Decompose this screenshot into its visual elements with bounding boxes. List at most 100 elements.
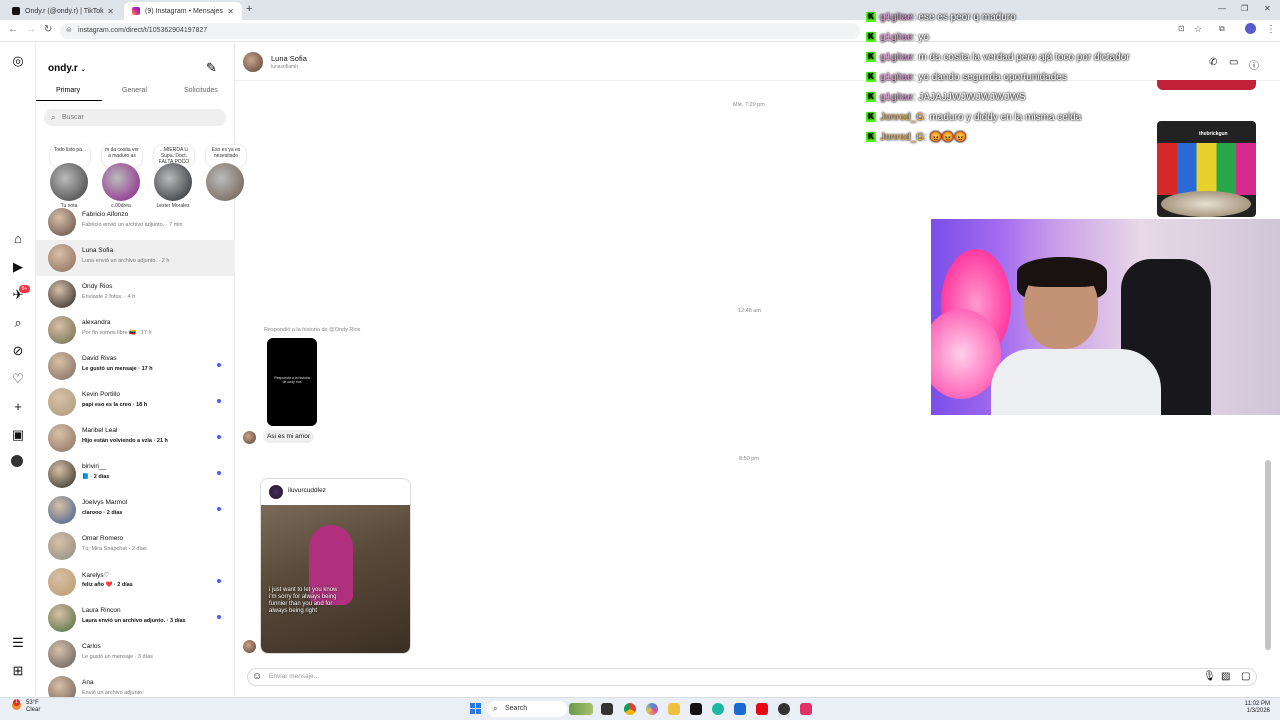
explore-icon[interactable]: ⊘	[11, 343, 25, 359]
shared-post[interactable]: iluvurcuddlez i just want to let you kno…	[260, 478, 411, 654]
video-call-icon[interactable]: ▭	[1229, 57, 1238, 68]
close-tab-icon[interactable]: ✕	[227, 7, 234, 16]
conversation-name: Luna Sofia	[82, 247, 114, 254]
phone-icon[interactable]: ✆	[1209, 57, 1217, 68]
image-upload-icon[interactable]: ▨	[1221, 671, 1230, 682]
account-switcher[interactable]: ondy.r ⌄	[48, 63, 86, 74]
tab-primary[interactable]: Primary	[56, 87, 80, 94]
browser-menu-icon[interactable]: ⋮	[1266, 24, 1276, 35]
dashboard-icon[interactable]: ▣	[11, 427, 25, 443]
profile-avatar[interactable]	[1245, 23, 1256, 34]
browser-tab-instagram[interactable]: (9) Instagram • Mensajes ✕	[124, 2, 242, 20]
compose-icon[interactable]: ✎	[206, 60, 217, 76]
reels-icon[interactable]: ▶	[11, 259, 25, 275]
kick-badge-icon: K	[866, 32, 876, 43]
story-reply-thumbnail[interactable]: Respuesta a la historia de ondy rios	[267, 338, 317, 426]
close-window-icon[interactable]: ✕	[1264, 4, 1271, 13]
tiktok-studio-icon[interactable]	[800, 703, 812, 715]
conversation-row[interactable]: Omar Romero Tú: Mira Snapchat · 2 días	[36, 528, 235, 564]
extensions-icon[interactable]: ⧉	[1219, 24, 1225, 34]
tab-general[interactable]: General	[122, 87, 147, 94]
profile-icon[interactable]	[11, 455, 23, 467]
forward-icon[interactable]: →	[26, 24, 36, 35]
conversation-row[interactable]: biriviri__ 📘 · 2 días	[36, 456, 235, 492]
unread-dot	[217, 579, 221, 583]
new-tab-button[interactable]: +	[246, 3, 252, 15]
chat-scrollbar[interactable]	[1265, 460, 1271, 650]
chrome-icon[interactable]	[624, 703, 636, 715]
post-author-name[interactable]: iluvurcuddlez	[288, 487, 326, 494]
conversation-row[interactable]: Ondy Rios Enviaste 2 fotos. · 4 h	[36, 276, 235, 312]
heart-icon[interactable]: ♡	[11, 371, 25, 387]
tiktok-app-icon[interactable]	[690, 703, 702, 715]
search-input[interactable]: ⌕ Buscar	[44, 109, 226, 126]
avatar	[48, 568, 76, 596]
widget-grid-image	[1157, 143, 1256, 195]
sender-avatar[interactable]	[243, 431, 256, 444]
conversation-row[interactable]: Maribel Leal Hijo están volviendo a vzla …	[36, 420, 235, 456]
install-app-icon[interactable]: ⊡	[1178, 24, 1185, 33]
conversation-row[interactable]: Fabricio Alfonzo Fabricio envió un archiv…	[36, 204, 235, 240]
close-tab-icon[interactable]: ✕	[107, 7, 114, 16]
file-explorer-icon[interactable]	[668, 703, 680, 715]
conversation-row[interactable]: alexandra Por fin somos libre 🇻🇪 · 17 h	[36, 312, 235, 348]
photos-icon[interactable]	[646, 703, 658, 715]
stream-chat-message: Kg1gitae: yo	[866, 30, 929, 46]
store-icon[interactable]	[734, 703, 746, 715]
url-field[interactable]: ⊜ instagram.com/direct/t/105362904197827	[60, 23, 860, 39]
avatar	[48, 460, 76, 488]
browser-tab-tiktok[interactable]: Ondy.r (@ondy.r) | TikTok ✕	[4, 2, 122, 20]
streamer-hair-top	[1017, 257, 1107, 287]
conversation-row[interactable]: Joelvys Marmol clarooo · 2 días	[36, 492, 235, 528]
windows-taskbar: 1 53°F Clear ⌕ Search 11:02 PM 1/3/2026	[0, 697, 1280, 720]
conversation-row[interactable]: David Rivas Le gustó un mensaje · 17 h	[36, 348, 235, 384]
system-clock[interactable]: 11:02 PM 1/3/2026	[1236, 701, 1270, 715]
chat-contact-name[interactable]: Luna Sofia	[271, 54, 307, 63]
instagram-logo-icon[interactable]: ◎	[11, 53, 25, 69]
conversation-row[interactable]: Laura Rincon Laura envió un archivo adjun…	[36, 600, 235, 636]
app-icon[interactable]	[778, 703, 790, 715]
minimize-icon[interactable]: —	[1218, 4, 1226, 13]
conversation-preview: 📘 · 2 días	[82, 474, 110, 480]
stream-chat-text: : m da cosita la verdad pero ajá toco po…	[912, 52, 1130, 63]
back-icon[interactable]: ←	[8, 24, 18, 35]
conversation-preview: Luna envió un archivo adjunto. · 2 h	[82, 258, 170, 264]
post-image[interactable]: i just want to let you know i'm sorry fo…	[261, 505, 410, 653]
emoji-icon[interactable]: ☺	[252, 671, 262, 682]
search-icon: ⌕	[51, 113, 56, 122]
netflix-icon[interactable]	[756, 703, 768, 715]
meta-apps-icon[interactable]: ⊞	[11, 663, 25, 679]
edge-icon[interactable]	[712, 703, 724, 715]
maximize-icon[interactable]: ❐	[1241, 4, 1248, 13]
streamer-body	[991, 349, 1161, 415]
site-info-icon[interactable]: ⊜	[66, 23, 72, 39]
bookmark-star-icon[interactable]: ☆	[1194, 24, 1202, 35]
search-icon[interactable]: ⌕	[11, 315, 25, 331]
menu-icon[interactable]: ☰	[11, 635, 25, 651]
conversation-row[interactable]: Luna Sofia Luna envió un archivo adjunto.…	[36, 240, 235, 276]
conversation-row[interactable]: Carlos Le gustó un mensaje · 3 días	[36, 636, 235, 672]
conversation-preview: clarooo · 2 días	[82, 510, 123, 516]
taskbar-widget-image[interactable]	[569, 703, 593, 715]
message-bubble[interactable]: Asi es mi amor	[263, 430, 314, 443]
create-icon[interactable]: +	[11, 399, 25, 414]
info-icon[interactable]: ⓘ	[1249, 57, 1259, 72]
conversation-preview: Le gustó un mensaje · 3 días	[82, 654, 153, 660]
taskbar-search[interactable]: ⌕ Search	[487, 701, 567, 717]
weather-widget[interactable]: 1 53°F Clear	[12, 699, 40, 714]
conversation-name: Fabricio Alfonzo	[82, 211, 129, 218]
task-view-icon[interactable]	[601, 703, 613, 715]
conversation-row[interactable]: Karelys♡ feliz año ❤️ · 2 días	[36, 564, 235, 600]
sticker-icon[interactable]: ▢	[1241, 671, 1250, 682]
conversation-row[interactable]: Kevin Portillo papi eso es la creo · 18 h	[36, 384, 235, 420]
microphone-icon[interactable]: 🎙	[1203, 671, 1216, 682]
stream-widget: thebrickgun	[1157, 121, 1256, 217]
chat-avatar[interactable]	[243, 52, 263, 72]
message-composer[interactable]: ☺ Enviar mensaje... 🎙 ▨ ▢	[247, 668, 1257, 686]
tab-requests[interactable]: Solicitudes	[184, 87, 218, 94]
reload-icon[interactable]: ↻	[44, 24, 52, 35]
composer-placeholder: Enviar mensaje...	[269, 673, 320, 680]
sender-avatar[interactable]	[243, 640, 256, 653]
windows-start-icon[interactable]	[470, 703, 481, 714]
home-icon[interactable]: ⌂	[11, 231, 25, 246]
